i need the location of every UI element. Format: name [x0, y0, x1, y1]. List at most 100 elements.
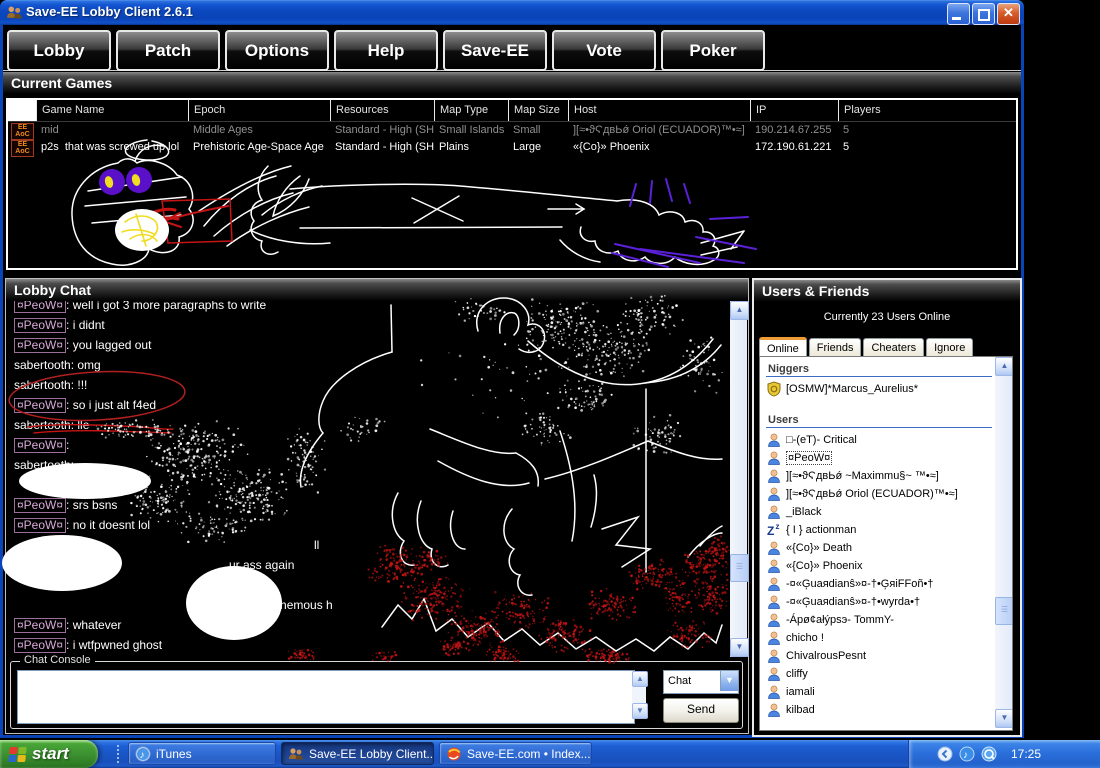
taskbar-button-browser[interactable]: Save-EE.com • Index... — [439, 742, 592, 765]
nav-button-lobby[interactable]: Lobby — [7, 30, 111, 71]
chat-text: no it doesnt lol — [73, 518, 150, 532]
clock: 17:25 — [1011, 747, 1041, 761]
chat-message: ¤PeoW¤: srs bsns — [14, 495, 720, 515]
user-list-item[interactable]: chicho ! — [764, 629, 998, 647]
chat-text: lle — [77, 418, 89, 432]
user-list-item[interactable]: [OSMW]*Marcus_Aurelius* — [764, 380, 998, 398]
chat-scrollbar[interactable]: ▲ ☰ ▼ — [730, 301, 747, 657]
game-row[interactable]: EEAoCmidMiddle AgesStandard - High (SH)S… — [8, 122, 1016, 139]
quicktime-tray-icon[interactable] — [981, 746, 997, 762]
user-list-item[interactable]: ][≈•ϑϚдвЬǿ Oriol (ECUADOR)™•≈] — [764, 485, 998, 503]
collapse-chevron-icon[interactable] — [937, 746, 953, 762]
taskbar-button-savee[interactable]: Save-EE Lobby Client... — [281, 742, 434, 765]
user-list-item[interactable]: «{Co}» Death — [764, 539, 998, 557]
main-nav: LobbyPatchOptionsHelpSave-EEVotePoker — [7, 30, 765, 71]
users-tabs: OnlineFriendsCheatersIgnore — [759, 335, 975, 356]
user-list-item[interactable]: kilbad — [764, 701, 998, 719]
close-button[interactable]: ✕ — [997, 3, 1020, 25]
group-header: Users — [764, 411, 998, 427]
scroll-down-icon[interactable]: ▼ — [632, 703, 648, 719]
user-list-item[interactable]: «{Co}» Phoenix — [764, 557, 998, 575]
nav-button-saveee[interactable]: Save-EE — [443, 30, 547, 71]
game-cell-ip: 172.190.61.221 — [750, 139, 838, 157]
person-icon — [766, 666, 782, 682]
chat-username: ¤PeoW¤ — [14, 518, 66, 533]
scroll-thumb[interactable]: ☰ — [730, 554, 749, 582]
person-icon — [766, 558, 782, 574]
taskbar-button-label: Save-EE.com • Index... — [467, 747, 591, 761]
taskbar: start ♪iTunesSave-EE Lobby Client... Save… — [0, 740, 1100, 768]
user-name: ][≈•ϑϚдвЬǿ ~Мaximmu§~ ™•≈] — [786, 470, 939, 482]
chat-message: ll — [314, 535, 720, 555]
nav-button-poker[interactable]: Poker — [661, 30, 765, 71]
input-scrollbar[interactable]: ▲ ▼ — [632, 671, 646, 719]
zz-icon: Zz — [766, 522, 782, 538]
nav-button-help[interactable]: Help — [334, 30, 438, 71]
start-label: start — [32, 744, 69, 764]
user-name: kilbad — [786, 704, 815, 716]
user-list-item[interactable]: -¤«Ģuаяdіаnŝ»¤-†•wyrdа•† — [764, 593, 998, 611]
tab-friends[interactable]: Friends — [809, 338, 862, 356]
shield-icon — [766, 381, 782, 397]
scroll-down-icon[interactable]: ▼ — [995, 709, 1013, 728]
scroll-up-icon[interactable]: ▲ — [730, 301, 749, 320]
person-icon — [766, 432, 782, 448]
chevron-down-icon[interactable]: ▼ — [720, 671, 738, 691]
column-header: IP — [750, 100, 838, 121]
channel-value: Chat — [668, 675, 691, 687]
scroll-thumb[interactable]: ☰ — [995, 597, 1013, 625]
column-header: Host — [568, 100, 750, 121]
lobby-chat-panel: Lobby Chat ¤PeoW¤: well i got 3 more par… — [5, 278, 749, 734]
tab-cheaters[interactable]: Cheaters — [863, 338, 924, 356]
user-list-item[interactable]: Zz{ I } actionman — [764, 521, 998, 539]
chat-input[interactable] — [17, 670, 635, 724]
scroll-up-icon[interactable]: ▲ — [632, 671, 648, 687]
titlebar: Save-EE Lobby Client 2.6.1 ✕ — [0, 0, 1024, 25]
close-icon: ✕ — [998, 5, 1019, 21]
chat-text: i didnt — [73, 318, 105, 332]
send-button[interactable]: Send — [663, 698, 739, 723]
chat-username: sabertooth: — [14, 418, 77, 432]
tab-ignore[interactable]: Ignore — [926, 338, 973, 356]
user-list-item[interactable]: _iBlack — [764, 503, 998, 521]
quick-launch-separator[interactable] — [117, 745, 119, 763]
nav-button-patch[interactable]: Patch — [116, 30, 220, 71]
scroll-down-icon[interactable]: ▼ — [730, 638, 749, 657]
game-cell-game_name: p2s that was screwed up lol — [36, 139, 188, 157]
chat-console-legend: Chat Console — [20, 654, 95, 666]
itunes-tray-icon[interactable]: ♪ — [959, 746, 975, 762]
game-cell-map_size: Small — [508, 122, 568, 140]
user-list-item[interactable]: cliffy — [764, 665, 998, 683]
user-list-item[interactable]: □-(eT)- Critical — [764, 431, 998, 449]
channel-select[interactable]: Chat ▼ — [663, 670, 739, 694]
user-list-item[interactable]: ][≈•ϑϚдвЬǿ ~Мaximmu§~ ™•≈] — [764, 467, 998, 485]
nav-button-options[interactable]: Options — [225, 30, 329, 71]
chat-message: sabertooth: !!! — [14, 375, 720, 395]
chat-message: ¤PeoW¤: i didnt — [14, 315, 720, 335]
user-list-scrollbar[interactable]: ▲ ☰ ▼ — [995, 357, 1012, 728]
game-row[interactable]: EEAoCp2s that was screwed up lolPrehisto… — [8, 139, 1016, 156]
user-list-item[interactable]: ¤PeoW¤ — [764, 449, 998, 467]
chat-text: !!! — [77, 378, 87, 392]
user-name: chicho ! — [786, 632, 824, 644]
tab-online[interactable]: Online — [759, 337, 807, 357]
chat-username: sabertooth: — [14, 458, 74, 472]
nav-button-vote[interactable]: Vote — [552, 30, 656, 71]
chat-message: ¤PeoW¤: well i got 3 more paragraphs to … — [14, 301, 720, 315]
restore-button[interactable] — [972, 3, 995, 25]
user-list-item[interactable]: iamali — [764, 683, 998, 701]
svg-text:♪: ♪ — [140, 750, 145, 761]
games-table-header: Game NameEpochResourcesMap TypeMap SizeH… — [8, 100, 1016, 122]
game-cell-map_type: Plains — [434, 139, 508, 157]
scroll-up-icon[interactable]: ▲ — [995, 357, 1013, 376]
user-list-item[interactable]: -Ápø¢аłýpsэ- TommY- — [764, 611, 998, 629]
taskbar-button-itunes[interactable]: ♪iTunes — [128, 742, 276, 765]
minimize-button[interactable] — [947, 3, 970, 25]
start-button[interactable]: start — [0, 740, 98, 768]
chat-text: ur ass again — [229, 558, 294, 572]
user-list-item[interactable]: -¤«Ģuаяdіаnŝ»¤-†•ĢяіFFоñ•† — [764, 575, 998, 593]
user-list-item[interactable]: ChivalrousPesnt — [764, 647, 998, 665]
user-name: cliffy — [786, 668, 808, 680]
chat-message: ur ass again — [229, 555, 720, 575]
chat-text: whatever — [73, 618, 122, 632]
